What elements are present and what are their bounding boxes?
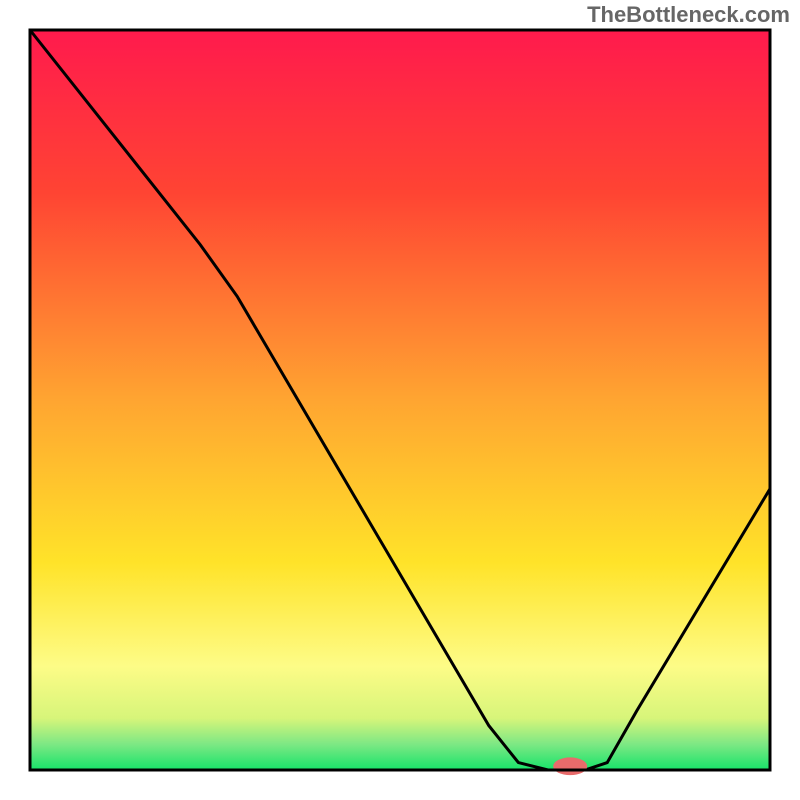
watermark-text: TheBottleneck.com xyxy=(587,2,790,28)
chart-container: TheBottleneck.com xyxy=(0,0,800,800)
bottleneck-chart xyxy=(0,0,800,800)
optimal-marker xyxy=(553,757,587,775)
plot-background xyxy=(30,30,770,770)
